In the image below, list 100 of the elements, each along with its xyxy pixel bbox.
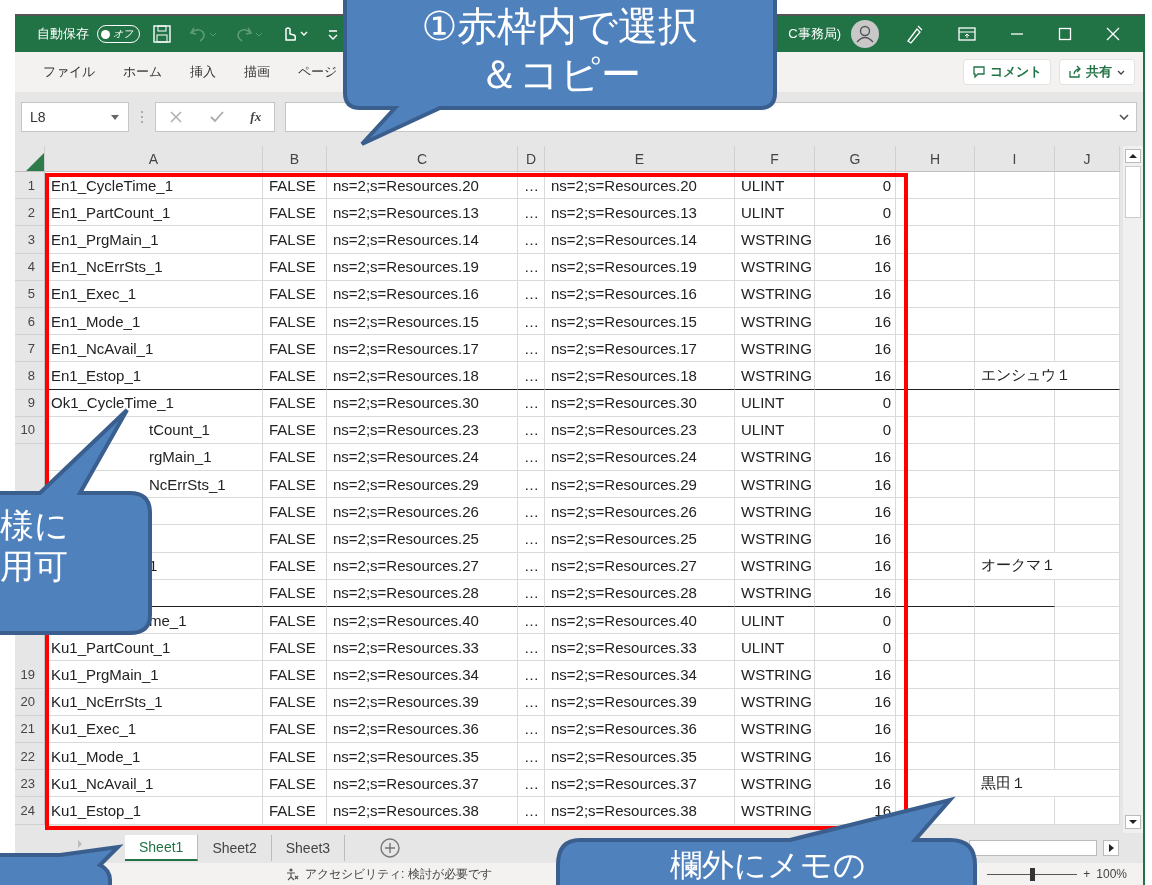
table-cell: … — [518, 280, 545, 308]
table-cell: FALSE — [263, 525, 327, 553]
table-cell: ns=2;s=Resources.33 — [545, 634, 735, 662]
callout-text: ①赤枠内で選択 — [421, 3, 699, 50]
row-header[interactable]: 6 — [15, 307, 45, 336]
table-cell: 16 — [815, 688, 896, 716]
row-header[interactable]: 7 — [15, 335, 45, 363]
sheet-tab[interactable]: Sheet3 — [271, 835, 346, 861]
table-cell: … — [518, 226, 545, 254]
share-button[interactable]: 共有 — [1059, 59, 1135, 85]
table-cell: WSTRING — [735, 661, 815, 689]
table-cell: … — [518, 389, 545, 417]
table-cell: ns=2;s=Resources.35 — [327, 742, 518, 771]
column-header[interactable]: A — [45, 146, 263, 172]
table-cell: ns=2;s=Resources.36 — [327, 715, 518, 743]
column-header[interactable]: E — [545, 146, 735, 172]
row-header[interactable]: 22 — [15, 742, 45, 771]
table-cell: ns=2;s=Resources.37 — [545, 770, 735, 798]
column-header[interactable]: G — [815, 146, 896, 172]
accessibility-status[interactable]: アクセシビリティ: 検討が必要です — [305, 865, 492, 883]
ribbon-tab[interactable]: 描画 — [230, 63, 284, 81]
table-cell: ns=2;s=Resources.15 — [545, 307, 735, 336]
column-header[interactable]: F — [735, 146, 815, 172]
table-cell: ns=2;s=Resources.33 — [327, 634, 518, 662]
table-cell: 16 — [815, 715, 896, 743]
table-cell: WSTRING — [735, 525, 815, 553]
table-cell: WSTRING — [735, 253, 815, 281]
table-cell: ns=2;s=Resources.34 — [327, 661, 518, 689]
table-cell: WSTRING — [735, 552, 815, 580]
table-cell: WSTRING — [735, 335, 815, 363]
row-header[interactable]: 19 — [15, 661, 45, 689]
row-header[interactable]: 10 — [15, 416, 45, 444]
table-cell: … — [518, 634, 545, 662]
ribbon-tab[interactable]: ページ — [284, 63, 337, 81]
callout-text: 欄外にメモの — [669, 846, 866, 885]
autosave-label: 自動保存 — [37, 25, 89, 43]
table-cell: 0 — [815, 389, 896, 417]
table-cell: WSTRING — [735, 471, 815, 499]
row-header[interactable]: 5 — [15, 280, 45, 308]
row-header[interactable]: 1 — [15, 172, 45, 200]
name-box[interactable]: L8 — [21, 102, 129, 132]
table-cell: ns=2;s=Resources.25 — [327, 525, 518, 553]
row-header[interactable]: 3 — [15, 226, 45, 254]
table-cell: 16 — [815, 253, 896, 281]
table-cell: … — [518, 525, 545, 553]
table-cell: ns=2;s=Resources.36 — [545, 715, 735, 743]
column-header[interactable]: H — [896, 146, 975, 172]
sheet-tab[interactable]: Sheet2 — [198, 835, 272, 861]
table-cell: オークマ１ — [975, 552, 1120, 580]
table-cell: FALSE — [263, 226, 327, 254]
row-header[interactable]: 21 — [15, 715, 45, 743]
row-header[interactable]: 4 — [15, 253, 45, 281]
table-cell: FALSE — [263, 498, 327, 526]
comment-button[interactable]: コメント — [963, 59, 1051, 85]
ribbon-tab[interactable]: 挿入 — [176, 63, 230, 81]
table-cell: 0 — [815, 416, 896, 444]
column-header[interactable]: B — [263, 146, 327, 172]
ribbon-tab[interactable]: ホーム — [109, 63, 176, 81]
insert-function-button[interactable]: fx — [250, 109, 262, 125]
table-cell: ns=2;s=Resources.38 — [545, 797, 735, 825]
table-cell: … — [518, 797, 545, 825]
table-cell: ns=2;s=Resources.40 — [327, 607, 518, 635]
table-cell: 黒田１ — [975, 770, 1120, 798]
table-cell: FALSE — [263, 389, 327, 417]
table-cell: WSTRING — [735, 498, 815, 526]
row-header[interactable]: 9 — [15, 389, 45, 417]
row-header[interactable]: 8 — [15, 362, 45, 390]
table-cell: ns=2;s=Resources.14 — [545, 226, 735, 254]
table-cell: ns=2;s=Resources.16 — [545, 280, 735, 308]
row-header[interactable]: 2 — [15, 199, 45, 227]
table-cell: 16 — [815, 335, 896, 363]
column-header[interactable]: D — [518, 146, 545, 172]
table-cell: 0 — [815, 199, 896, 227]
table-cell: … — [518, 416, 545, 444]
table-cell: FALSE — [263, 443, 327, 472]
table-cell: ns=2;s=Resources.27 — [545, 552, 735, 580]
ribbon-tab[interactable]: ファイル — [29, 63, 109, 81]
column-header[interactable]: I — [975, 146, 1055, 172]
zoom-in-button[interactable]: + — [1083, 867, 1091, 881]
table-cell: 16 — [815, 661, 896, 689]
table-cell: 16 — [815, 579, 896, 607]
table-cell: … — [518, 607, 545, 635]
row-header[interactable]: 23 — [15, 770, 45, 798]
table-cell: 16 — [815, 770, 896, 798]
table-cell: ns=2;s=Resources.24 — [545, 443, 735, 472]
sheet-tab[interactable]: Sheet1 — [125, 835, 199, 861]
column-header[interactable]: J — [1055, 146, 1120, 172]
table-cell: ns=2;s=Resources.30 — [545, 389, 735, 417]
window-title: C事務局) — [788, 25, 841, 43]
table-cell: FALSE — [263, 715, 327, 743]
zoom-level[interactable]: 100% — [1096, 867, 1127, 881]
table-cell: 16 — [815, 742, 896, 771]
table-cell: ns=2;s=Resources.23 — [545, 416, 735, 444]
row-header[interactable]: 20 — [15, 688, 45, 716]
table-cell: ULINT — [735, 416, 815, 444]
row-header[interactable]: 24 — [15, 797, 45, 825]
table-cell: … — [518, 253, 545, 281]
table-cell: … — [518, 688, 545, 716]
table-cell: FALSE — [263, 607, 327, 635]
column-header[interactable]: C — [327, 146, 518, 172]
